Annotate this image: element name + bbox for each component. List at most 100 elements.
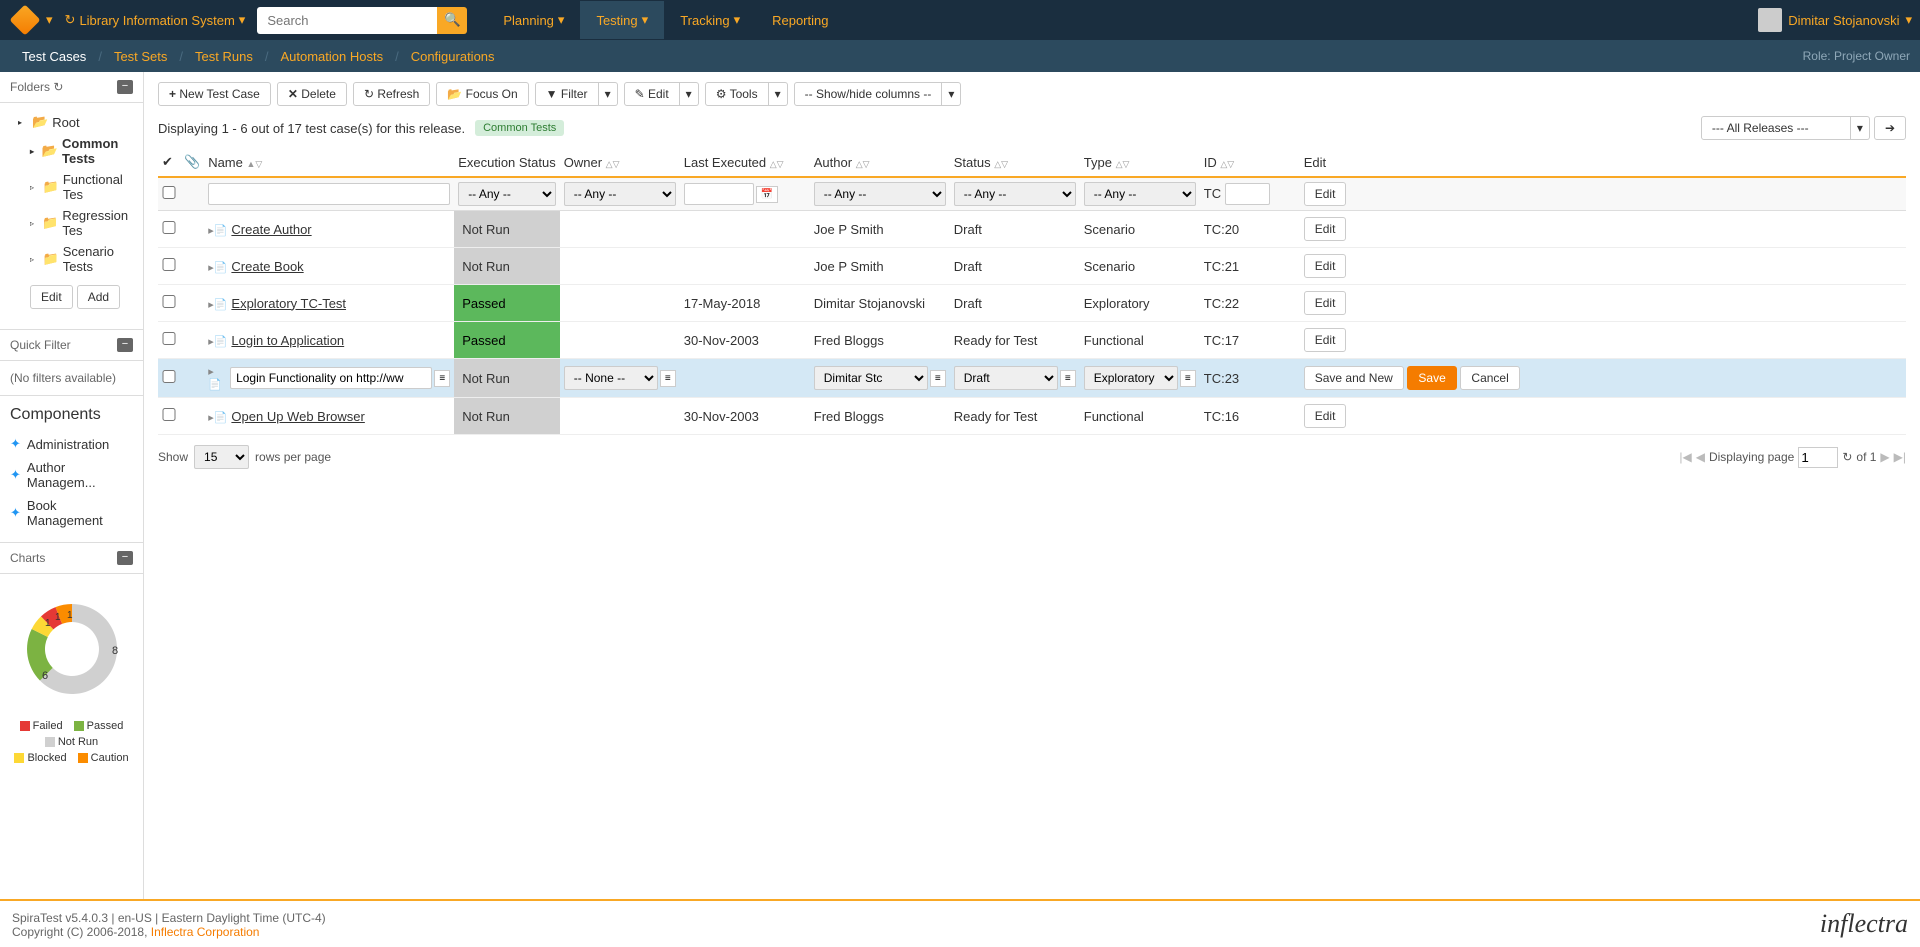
filter-status-select[interactable]: -- Any -- — [954, 182, 1076, 206]
filter-dropdown[interactable]: ▾ — [599, 82, 618, 106]
list-icon[interactable]: ≡ — [660, 370, 676, 387]
row-edit-button[interactable]: Edit — [1304, 291, 1347, 315]
tab-automation-hosts[interactable]: Automation Hosts — [268, 49, 395, 64]
filter-date-input[interactable] — [684, 183, 754, 205]
last-page-icon[interactable]: ▶| — [1894, 450, 1906, 464]
row-checkbox[interactable] — [162, 370, 176, 383]
filter-name-input[interactable] — [208, 183, 450, 205]
refresh-button[interactable]: ↻ Refresh — [353, 82, 430, 106]
test-case-link[interactable]: Exploratory TC-Test — [231, 296, 346, 311]
filter-id-input[interactable] — [1225, 183, 1270, 205]
row-edit-button[interactable]: Edit — [1304, 254, 1347, 278]
test-case-link[interactable]: Create Author — [231, 222, 311, 237]
calendar-icon[interactable]: 📅 — [756, 186, 778, 203]
prev-page-icon[interactable]: ◀ — [1696, 450, 1705, 464]
filter-author-select[interactable]: -- Any -- — [814, 182, 946, 206]
test-case-link[interactable]: Login to Application — [231, 333, 344, 348]
filter-owner-select[interactable]: -- Any -- — [564, 182, 676, 206]
delete-button[interactable]: ✕ Delete — [277, 82, 347, 106]
row-checkbox[interactable] — [162, 332, 176, 345]
columns-select[interactable]: -- Show/hide columns -- — [794, 82, 943, 106]
save-and-new-button[interactable]: Save and New — [1304, 366, 1404, 390]
cancel-button[interactable]: Cancel — [1460, 366, 1519, 390]
tab-test-runs[interactable]: Test Runs — [183, 49, 265, 64]
edit-button[interactable]: ✎ Edit — [624, 82, 680, 106]
component-administration[interactable]: ✦Administration — [10, 432, 133, 456]
filter-edit-button[interactable]: Edit — [1304, 182, 1347, 206]
edit-author-select[interactable]: Dimitar Stc — [814, 366, 928, 390]
tab-configurations[interactable]: Configurations — [399, 49, 507, 64]
test-case-link[interactable]: Create Book — [231, 259, 303, 274]
col-id[interactable]: ID △▽ — [1200, 148, 1300, 177]
select-all-checkbox[interactable] — [162, 186, 176, 199]
nav-testing[interactable]: Testing ▾ — [580, 1, 664, 39]
row-checkbox[interactable] — [162, 258, 176, 271]
list-icon[interactable]: ≡ — [1060, 370, 1076, 387]
next-page-icon[interactable]: ▶ — [1880, 450, 1889, 464]
tools-button[interactable]: ⚙ Tools — [705, 82, 769, 106]
refresh-icon[interactable]: ↻ — [1842, 450, 1852, 464]
col-name[interactable]: Name ▲▽ — [204, 148, 454, 177]
nav-planning[interactable]: Planning ▾ — [487, 1, 580, 39]
col-type[interactable]: Type △▽ — [1080, 148, 1200, 177]
page-size-select[interactable]: 15 — [194, 445, 249, 469]
row-checkbox[interactable] — [162, 295, 176, 308]
filter-button[interactable]: ▼ Filter — [535, 82, 599, 106]
col-last-executed[interactable]: Last Executed △▽ — [680, 148, 810, 177]
search-input[interactable] — [257, 7, 437, 34]
list-icon[interactable]: ≡ — [1180, 370, 1196, 387]
edit-type-select[interactable]: Exploratory — [1084, 366, 1178, 390]
filter-exec-select[interactable]: -- Any -- — [458, 182, 556, 206]
new-test-case-button[interactable]: + New Test Case — [158, 82, 271, 106]
page-input[interactable] — [1798, 447, 1838, 468]
test-case-link[interactable]: Open Up Web Browser — [231, 409, 364, 424]
folder-edit-button[interactable]: Edit — [30, 285, 73, 309]
collapse-icon[interactable]: − — [117, 551, 133, 565]
col-status[interactable]: Status △▽ — [950, 148, 1080, 177]
edit-dropdown[interactable]: ▾ — [680, 82, 699, 106]
tree-scenario[interactable]: ▹📁Scenario Tests — [6, 241, 137, 277]
search-button[interactable]: 🔍 — [437, 7, 467, 34]
nav-reporting[interactable]: Reporting — [756, 1, 844, 39]
row-checkbox[interactable] — [162, 221, 176, 234]
tree-common-tests[interactable]: ▸📂Common Tests — [6, 133, 137, 169]
col-owner[interactable]: Owner △▽ — [560, 148, 680, 177]
tab-test-cases[interactable]: Test Cases — [10, 49, 98, 64]
row-checkbox[interactable] — [162, 408, 176, 421]
release-dropdown[interactable]: ▾ — [1851, 116, 1870, 140]
refresh-icon[interactable]: ↻ — [53, 80, 63, 94]
user-menu[interactable]: Dimitar Stojanovski ▾ — [1758, 8, 1912, 32]
filter-type-select[interactable]: -- Any -- — [1084, 182, 1196, 206]
tab-test-sets[interactable]: Test Sets — [102, 49, 179, 64]
edit-status-select[interactable]: Draft — [954, 366, 1058, 390]
row-edit-button[interactable]: Edit — [1304, 328, 1347, 352]
collapse-icon[interactable]: − — [117, 338, 133, 352]
component-author-management[interactable]: ✦Author Managem... — [10, 456, 133, 494]
columns-dropdown[interactable]: ▾ — [942, 82, 961, 106]
row-edit-button[interactable]: Edit — [1304, 404, 1347, 428]
focus-on-button[interactable]: 📂 Focus On — [436, 82, 528, 106]
component-book-management[interactable]: ✦Book Management — [10, 494, 133, 532]
tree-functional[interactable]: ▹📁Functional Tes — [6, 169, 137, 205]
tree-regression[interactable]: ▹📁Regression Tes — [6, 205, 137, 241]
col-exec-status[interactable]: Execution Status — [454, 148, 560, 177]
inflectra-link[interactable]: Inflectra Corporation — [151, 925, 260, 939]
save-button[interactable]: Save — [1407, 366, 1456, 390]
release-go-button[interactable]: ➔ — [1874, 116, 1906, 140]
list-icon[interactable]: ≡ — [930, 370, 946, 387]
edit-name-input[interactable] — [230, 367, 432, 389]
project-selector[interactable]: ↻ Library Information System ▾ — [65, 12, 246, 28]
inflectra-logo: inflectra — [1820, 909, 1908, 939]
release-select[interactable]: --- All Releases --- — [1701, 116, 1851, 140]
nav-tracking[interactable]: Tracking ▾ — [664, 1, 756, 39]
tools-dropdown[interactable]: ▾ — [769, 82, 788, 106]
tree-root[interactable]: ▸📂Root — [6, 111, 137, 133]
edit-owner-select[interactable]: -- None -- — [564, 366, 658, 390]
collapse-icon[interactable]: − — [117, 80, 133, 94]
col-author[interactable]: Author △▽ — [810, 148, 950, 177]
list-icon[interactable]: ≡ — [434, 370, 450, 387]
first-page-icon[interactable]: |◀ — [1679, 450, 1691, 464]
folder-add-button[interactable]: Add — [77, 285, 120, 309]
logo-dropdown-icon[interactable]: ▾ — [46, 12, 53, 28]
row-edit-button[interactable]: Edit — [1304, 217, 1347, 241]
